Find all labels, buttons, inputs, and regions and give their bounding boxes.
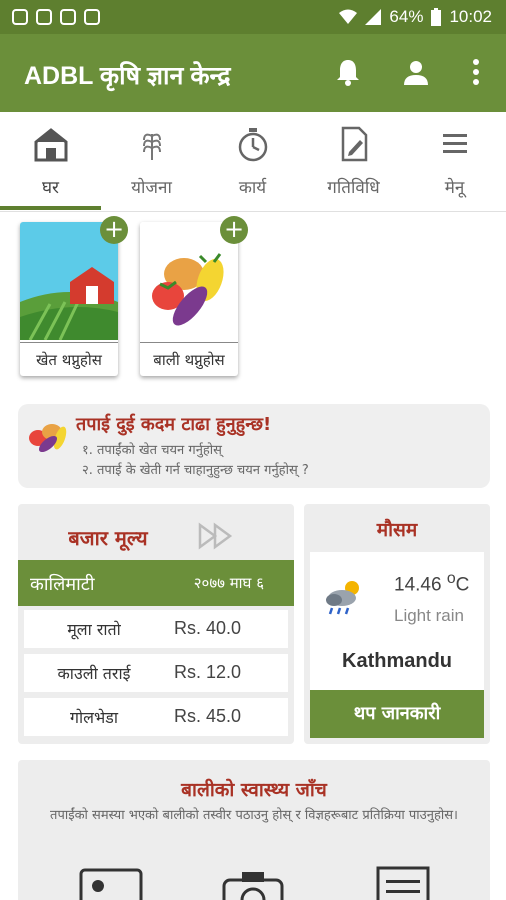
crop-health-card: बालीको स्वास्थ्य जाँच तपाईंको समस्या भएक…: [18, 760, 490, 900]
tile-label: खेत थप्नुहोस: [20, 342, 118, 376]
app-title: ADBL कृषि ज्ञान केन्द्र: [24, 62, 231, 90]
status-bar: 64% 10:02: [0, 0, 506, 34]
game-notification-icon: [84, 9, 100, 25]
commodity-price: Rs. 12.0: [174, 662, 242, 682]
degree-symbol: o: [446, 570, 456, 587]
health-title: बालीको स्वास्थ्य जाँच: [181, 779, 327, 801]
gallery-notification-icon: [36, 9, 52, 25]
weather-card: मौसम 14.46 oC Light rain Kathmandu थप जा…: [304, 504, 490, 744]
add-farm-tile[interactable]: खेत थप्नुहोस +: [20, 216, 128, 376]
menu-icon: [442, 134, 467, 153]
weather-details: 14.46 oC Light rain Kathmandu: [310, 552, 484, 690]
home-icon: [34, 128, 67, 162]
temperature: 14.46 oC: [394, 570, 469, 596]
market-title: बजार मूल्य: [68, 526, 148, 550]
fast-forward-icon[interactable]: [198, 522, 234, 550]
leaf-notification-icon: [60, 9, 76, 25]
market-date: २०७७ माघ ६: [193, 574, 264, 592]
commodity-name: गोलभेडा: [70, 708, 118, 727]
market-row[interactable]: मूला रातो Rs. 40.0: [24, 610, 288, 648]
battery-icon: [431, 8, 442, 26]
battery-percentage: 64%: [389, 7, 424, 26]
signal-icon: [365, 9, 382, 25]
more-vert-icon[interactable]: [460, 56, 492, 88]
tab-label: कार्य: [238, 178, 267, 198]
stopwatch-icon: [238, 128, 267, 162]
system-status: 64% 10:02: [339, 0, 492, 34]
market-place: कालिमाटी: [30, 574, 95, 595]
notification-icons: [0, 9, 100, 25]
tab-menu[interactable]: मेनू: [404, 112, 505, 212]
tab-bar: घर योजना कार्य गतिविधि मेनू: [0, 112, 506, 212]
weather-title: मौसम: [376, 519, 418, 541]
onboarding-info-card[interactable]: तपाई दुई कदम टाढा हुनुहुन्छ! १. तपाईंको …: [18, 404, 490, 488]
tab-label: घर: [42, 178, 59, 198]
commodity-price: Rs. 40.0: [174, 618, 242, 638]
notification-icon: [12, 9, 28, 25]
temperature-unit: C: [455, 574, 470, 596]
health-description: तपाईंको समस्या भएको बालीको तस्वीर पठाउनु…: [50, 808, 458, 823]
tab-home[interactable]: घर: [0, 112, 101, 212]
tab-activities[interactable]: गतिविधि: [303, 112, 404, 212]
vegetables-icon: [29, 424, 67, 453]
market-row[interactable]: काउली तराई Rs. 12.0: [24, 654, 288, 692]
list-document-icon[interactable]: [370, 864, 436, 900]
rain-cloud-sun-icon: [326, 581, 359, 615]
temperature-value: 14.46: [394, 574, 442, 596]
info-step-1: १. तपाईंको खेत चयन गर्नुहोस्: [82, 443, 222, 458]
app-bar: ADBL कृषि ज्ञान केन्द्र: [0, 34, 506, 112]
add-crop-tile[interactable]: बाली थप्नुहोस +: [140, 216, 248, 376]
camera-icon[interactable]: [220, 864, 286, 900]
more-info-button[interactable]: थप जानकारी: [310, 690, 484, 738]
tab-label: मेनू: [444, 178, 465, 198]
gallery-icon[interactable]: [78, 864, 144, 900]
bell-icon[interactable]: [332, 56, 364, 88]
weather-city: Kathmandu: [342, 650, 452, 672]
info-step-2: २. तपाई के खेती गर्न चाहानुहुन्छ चयन गर्…: [82, 463, 309, 478]
document-edit-icon: [341, 126, 367, 162]
clock: 10:02: [449, 7, 492, 26]
tab-tasks[interactable]: कार्य: [202, 112, 303, 212]
market-price-card: बजार मूल्य कालिमाटी २०७७ माघ ६ मूला रातो…: [18, 504, 294, 744]
wifi-icon: [339, 9, 358, 24]
active-tab-indicator: [0, 206, 101, 210]
market-header-bar: कालिमाटी २०७७ माघ ६: [18, 560, 294, 606]
tab-plans[interactable]: योजना: [101, 112, 202, 212]
add-icon[interactable]: +: [100, 216, 128, 244]
commodity-name: मूला रातो: [67, 620, 121, 639]
wheat-icon: [142, 133, 161, 160]
market-row[interactable]: गोलभेडा Rs. 45.0: [24, 698, 288, 736]
commodity-name: काउली तराई: [57, 664, 131, 683]
commodity-price: Rs. 45.0: [174, 706, 242, 726]
tile-label: बाली थप्नुहोस: [140, 342, 238, 376]
weather-description: Light rain: [394, 606, 464, 625]
tab-label: गतिविधि: [327, 178, 380, 198]
tab-label: योजना: [131, 178, 172, 198]
person-icon[interactable]: [400, 56, 432, 88]
info-heading: तपाई दुई कदम टाढा हुनुहुन्छ!: [76, 414, 272, 435]
add-icon[interactable]: +: [220, 216, 248, 244]
